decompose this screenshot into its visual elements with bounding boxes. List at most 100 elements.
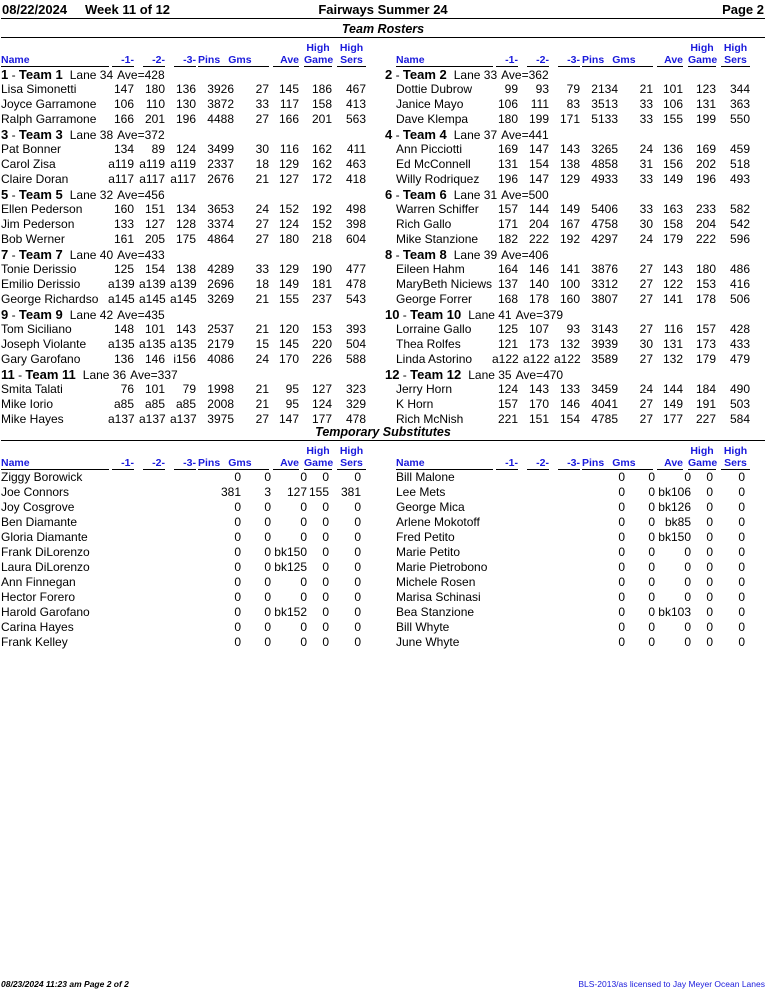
substitute-ave: 0	[300, 575, 307, 589]
substitute-row: June Whyte 0 0 0 0 0	[385, 635, 765, 650]
substitute-name: Joe Connors	[1, 485, 70, 499]
bowler-name: Tonie Derissio	[1, 262, 77, 276]
team-average: Ave=441	[501, 128, 549, 142]
bowler-hs: 518	[729, 157, 750, 171]
substitute-name: Hector Forero	[1, 590, 76, 604]
bowler-gms: 24	[639, 232, 653, 246]
bowler-pins: 3872	[207, 97, 234, 111]
bowler-g1: 168	[497, 292, 518, 306]
team-header: 12 - Team 12 Lane 35 Ave=470	[385, 367, 765, 382]
bowler-hg: 226	[311, 352, 332, 366]
substitute-name: Frank Kelley	[1, 635, 68, 649]
bowler-hg: 202	[695, 157, 716, 171]
bowler-ave: 152	[278, 202, 299, 216]
substitute-hs: 0	[354, 620, 361, 634]
bowler-name: Bob Werner	[1, 232, 65, 246]
bowler-ave: 106	[662, 97, 683, 111]
bowler-name: Joseph Violante	[1, 337, 87, 351]
bowler-g1: 182	[497, 232, 518, 246]
team-separator: -	[8, 248, 19, 262]
footer-license: BLS-2013/as licensed to Jay Meyer Ocean …	[578, 979, 765, 989]
bowler-hs: 582	[729, 202, 750, 216]
bowler-g1: 134	[113, 142, 134, 156]
bowler-hs: 550	[729, 112, 750, 126]
substitute-hs: 0	[354, 575, 361, 589]
bowler-g1: 148	[113, 322, 134, 336]
col-header-ave: Ave	[657, 55, 683, 67]
bowler-gms: 33	[255, 262, 269, 276]
bowler-g1: 136	[113, 352, 134, 366]
bowler-pins: 4289	[207, 262, 234, 276]
bowler-pins: 2008	[207, 397, 234, 411]
substitute-pins: 0	[618, 605, 625, 619]
bowler-row: Mike Stanzione 182 222 192 4297 24 179 222 596	[385, 232, 765, 247]
bowler-g2: 147	[528, 142, 549, 156]
bowler-hs: 542	[729, 217, 750, 231]
bowler-gms: 27	[639, 277, 653, 291]
substitute-row: George Mica 0 0 bk126 0 0	[385, 500, 765, 515]
bowler-g1: 147	[113, 82, 134, 96]
bowler-hg: 180	[695, 262, 716, 276]
bowler-g3: 143	[175, 322, 196, 336]
header-line-2: Game	[688, 54, 718, 66]
bowler-g1: 106	[497, 97, 518, 111]
substitute-ave: bk150	[658, 530, 691, 544]
bowler-g2: 170	[528, 397, 549, 411]
bowler-pins: 5133	[591, 112, 618, 126]
bowler-ave: 145	[278, 82, 299, 96]
bowler-gms: 33	[639, 172, 653, 186]
column-headers: Name -1- -2- -3- Pins Gms Ave High Game High Sers	[385, 39, 765, 67]
bowler-row: Linda Astorino a122 a122 a122 3589 27 132 179 47…	[385, 352, 765, 367]
substitute-hg: 0	[322, 515, 329, 529]
bowler-name: MaryBeth Niciews	[396, 277, 493, 291]
bowler-pins: 4086	[207, 352, 234, 366]
bowler-name: Linda Astorino	[396, 352, 473, 366]
col-header-pins-gms: Pins Gms	[582, 458, 653, 470]
substitute-name: Ann Finnegan	[1, 575, 76, 589]
col-header-ave: Ave	[657, 458, 683, 470]
substitute-pins: 0	[618, 485, 625, 499]
team-name: Team 8	[402, 247, 447, 262]
bowler-hg: 190	[311, 262, 332, 276]
substitute-row: Michele Rosen 0 0 0 0 0	[385, 575, 765, 590]
substitute-hs: 0	[738, 500, 745, 514]
bowler-gms: 21	[255, 322, 269, 336]
substitute-row: Carina Hayes 0 0 0 0 0	[1, 620, 381, 635]
bowler-pins: 3143	[591, 322, 618, 336]
substitute-row: Marie Petito 0 0 0 0 0	[385, 545, 765, 560]
col-header-game1: -1-	[496, 458, 518, 470]
bowler-pins: 4933	[591, 172, 618, 186]
substitute-pins: 0	[618, 500, 625, 514]
substitute-name: Fred Petito	[396, 530, 455, 544]
col-header-gms: Gms	[612, 54, 636, 66]
substitute-hg: 0	[706, 620, 713, 634]
bowler-g2: a85	[144, 397, 165, 411]
team-header: 2 - Team 2 Lane 33 Ave=362	[385, 67, 765, 82]
bowler-hs: 477	[345, 262, 366, 276]
bowler-hg: 172	[311, 172, 332, 186]
substitute-name: Ben Diamante	[1, 515, 78, 529]
team-separator: -	[8, 308, 19, 322]
bowler-gms: 18	[255, 277, 269, 291]
substitute-ave: bk126	[658, 500, 691, 514]
bowler-g2: 110	[145, 97, 165, 111]
substitute-hs: 0	[738, 515, 745, 529]
team-name: Team 12	[410, 367, 462, 382]
substitute-hg: 0	[706, 470, 713, 484]
bowler-row: Smita Talati 76 101 79 1998 21 95 127 323	[1, 382, 381, 397]
bowler-g2: 151	[144, 202, 165, 216]
bowler-g3: a122	[554, 352, 581, 366]
bowler-g3: 134	[175, 202, 196, 216]
bowler-g2: 89	[151, 142, 165, 156]
substitute-name: Carina Hayes	[1, 620, 74, 634]
bowler-gms: 27	[639, 262, 653, 276]
bowler-hg: 162	[311, 142, 332, 156]
team-header: 10 - Team 10 Lane 41 Ave=379	[385, 307, 765, 322]
bowler-g1: a122	[492, 352, 519, 366]
substitute-row: Marie Pietrobono 0 0 0 0 0	[385, 560, 765, 575]
substitute-hs: 0	[354, 635, 361, 649]
bowler-name: Smita Talati	[1, 382, 63, 396]
bowler-ave: 155	[278, 292, 299, 306]
header-line-1: High	[690, 445, 714, 457]
bowler-pins: 3926	[207, 82, 234, 96]
